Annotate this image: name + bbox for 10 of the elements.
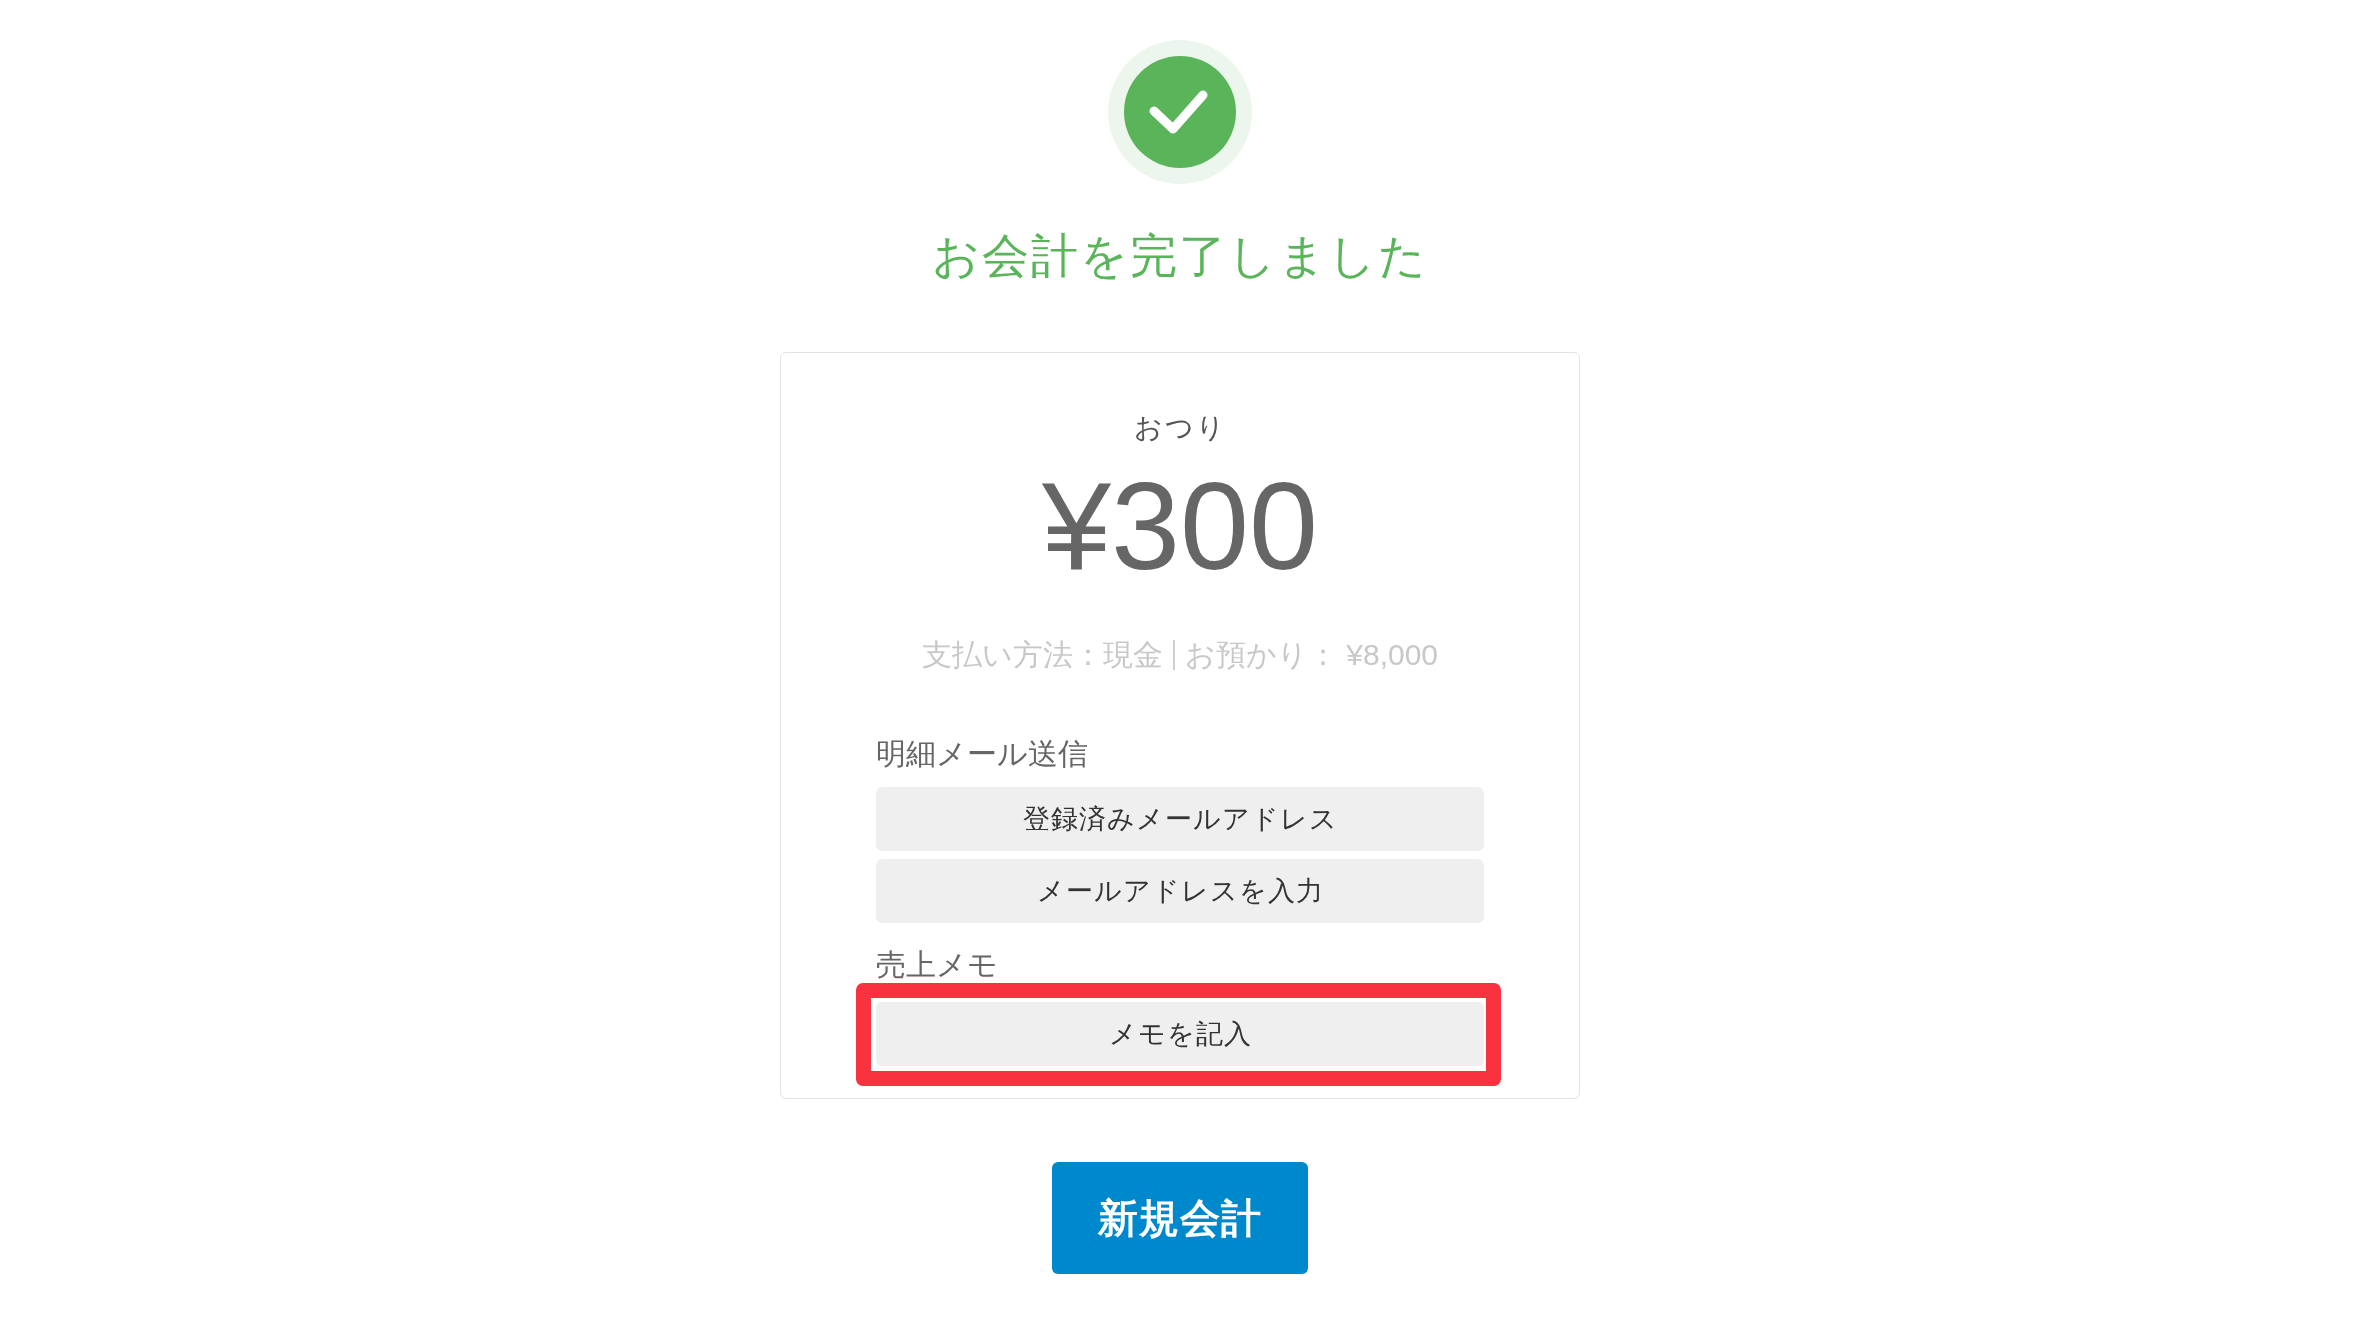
section-heading: 明細メール送信 [876,736,1089,772]
status-title: お会計を完了しました [932,228,1428,284]
change-label: おつり [1133,411,1227,445]
memo-button[interactable]: メモを記入 [876,1002,1484,1066]
email-option-button[interactable]: 登録済みメールアドレス [876,787,1484,851]
section-heading: 売上メモ [876,948,999,982]
email-option-button[interactable]: メールアドレスを入力 [876,859,1484,923]
change-amount: ¥300 [1042,464,1318,588]
new-sale-button[interactable]: 新規会計 [1052,1162,1308,1274]
check-circle-icon [1108,40,1252,184]
